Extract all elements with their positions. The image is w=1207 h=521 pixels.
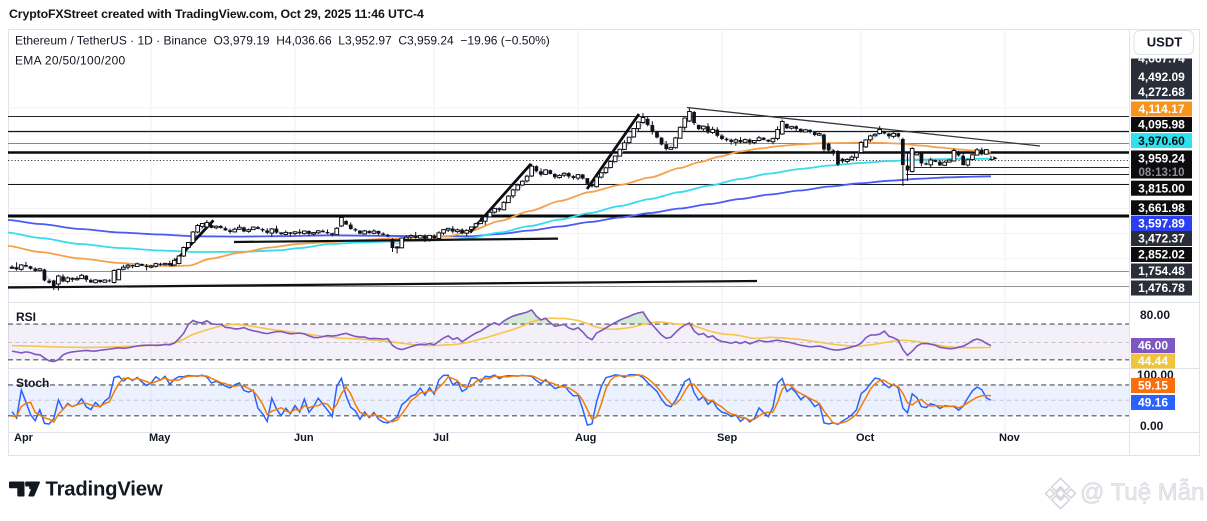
svg-text:49.16: 49.16 (1138, 396, 1168, 410)
svg-text:46.00: 46.00 (1138, 339, 1168, 353)
svg-text:USDT: USDT (1147, 35, 1182, 50)
svg-text:Ethereum / TetherUS · 1D · Bin: Ethereum / TetherUS · 1D · Binance O3,97… (15, 34, 550, 48)
svg-text:Jul: Jul (433, 432, 449, 444)
svg-text:3,472.37: 3,472.37 (1138, 232, 1185, 246)
svg-text:4,114.17: 4,114.17 (1138, 102, 1184, 116)
svg-text:CryptoFXStreet created with Tr: CryptoFXStreet created with TradingView.… (9, 7, 424, 21)
svg-text:Jun: Jun (294, 432, 314, 444)
svg-text:4,272.68: 4,272.68 (1138, 85, 1185, 99)
svg-text:Nov: Nov (999, 432, 1021, 444)
svg-text:3,815.00: 3,815.00 (1138, 181, 1185, 195)
svg-text:44.44: 44.44 (1138, 354, 1168, 368)
svg-text:80.00: 80.00 (1140, 308, 1170, 322)
svg-text:May: May (149, 432, 171, 444)
svg-text:Stoch: Stoch (16, 376, 49, 390)
svg-text:TradingView: TradingView (46, 479, 163, 501)
svg-text:2,852.02: 2,852.02 (1138, 248, 1185, 262)
svg-text:08:13:10: 08:13:10 (1138, 167, 1184, 179)
svg-text:EMA 20/50/100/200: EMA 20/50/100/200 (15, 54, 126, 68)
svg-text:Apr: Apr (14, 432, 34, 444)
svg-text:3,970.60: 3,970.60 (1138, 134, 1185, 148)
svg-text:59.15: 59.15 (1138, 379, 1168, 393)
svg-text:4,492.09: 4,492.09 (1138, 70, 1185, 84)
svg-text:3,959.24: 3,959.24 (1138, 152, 1185, 166)
svg-text:0.00: 0.00 (1140, 419, 1164, 433)
svg-text:Sep: Sep (717, 432, 737, 444)
svg-text:3,597.89: 3,597.89 (1138, 217, 1185, 231)
svg-text:1,754.48: 1,754.48 (1138, 264, 1185, 278)
svg-text:Oct: Oct (856, 432, 875, 444)
svg-text:Aug: Aug (575, 432, 596, 444)
svg-text:3,661.98: 3,661.98 (1138, 201, 1185, 215)
svg-text:4,095.98: 4,095.98 (1138, 118, 1185, 132)
svg-text:1,476.78: 1,476.78 (1138, 281, 1185, 295)
svg-text:RSI: RSI (16, 310, 36, 324)
svg-text:@ Tuệ Mẫn: @ Tuệ Mẫn (1080, 479, 1204, 506)
